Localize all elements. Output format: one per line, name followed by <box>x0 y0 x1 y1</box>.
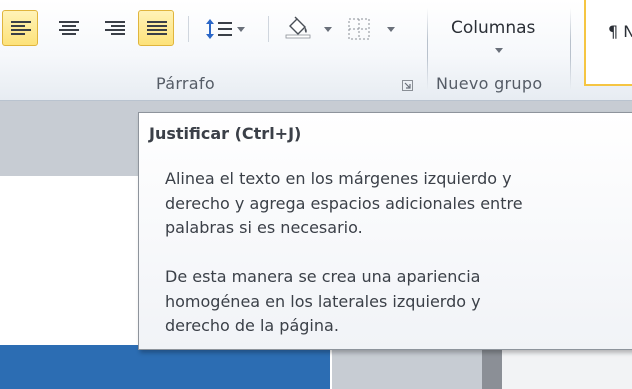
shading-button[interactable] <box>278 10 334 46</box>
tooltip-line: derecho de la página. <box>165 316 339 335</box>
line-spacing-button[interactable] <box>198 10 246 46</box>
tooltip-line: De esta manera se crea una apariencia <box>165 267 481 286</box>
paint-bucket-icon <box>285 16 311 39</box>
chevron-down-icon <box>237 27 245 32</box>
tooltip-description-2: De esta manera se crea una apariencia ho… <box>165 265 615 339</box>
columns-button-label[interactable]: Columnas <box>451 18 535 38</box>
chevron-down-icon <box>387 27 395 32</box>
tooltip-line: derecho y agrega espacios adicionales en… <box>165 193 523 213</box>
tooltip-line: Alinea el texto en los márgenes izquierd… <box>165 169 512 188</box>
justify-icon <box>147 21 167 35</box>
tooltip: Justificar (Ctrl+J) Alinea el texto en l… <box>138 112 632 350</box>
paragraph-group-label: Párrafo <box>156 74 215 93</box>
document-blue-bar <box>0 345 330 389</box>
toolbar-separator <box>188 16 189 42</box>
borders-icon <box>348 18 370 40</box>
ribbon: Párrafo Columnas Nuevo grupo ¶ N <box>0 0 632 101</box>
align-left-button[interactable] <box>2 10 38 46</box>
tooltip-line: homogénea en los laterales izquierdo y <box>165 291 481 311</box>
chevron-down-icon <box>324 27 332 32</box>
toolbar-separator <box>268 16 269 42</box>
line-spacing-icon <box>206 19 232 39</box>
tooltip-description: Alinea el texto en los márgenes izquierd… <box>165 167 615 241</box>
style-gallery-item[interactable]: ¶ N <box>584 0 632 86</box>
justify-button[interactable] <box>138 10 174 46</box>
align-left-icon <box>11 21 31 35</box>
group-divider <box>570 8 571 90</box>
tooltip-line: palabras si es necesario. <box>165 218 363 237</box>
borders-button[interactable] <box>342 10 398 46</box>
align-center-icon <box>59 21 79 35</box>
align-right-icon <box>105 21 125 35</box>
align-center-button[interactable] <box>50 10 86 46</box>
align-right-button[interactable] <box>96 10 132 46</box>
tooltip-title: Justificar (Ctrl+J) <box>149 124 302 143</box>
nuevo-grupo-label: Nuevo grupo <box>436 74 543 93</box>
group-divider <box>427 8 428 90</box>
style-label: ¶ N <box>608 22 632 41</box>
chevron-down-icon[interactable] <box>495 48 503 53</box>
dialog-launcher-icon[interactable] <box>402 80 413 91</box>
